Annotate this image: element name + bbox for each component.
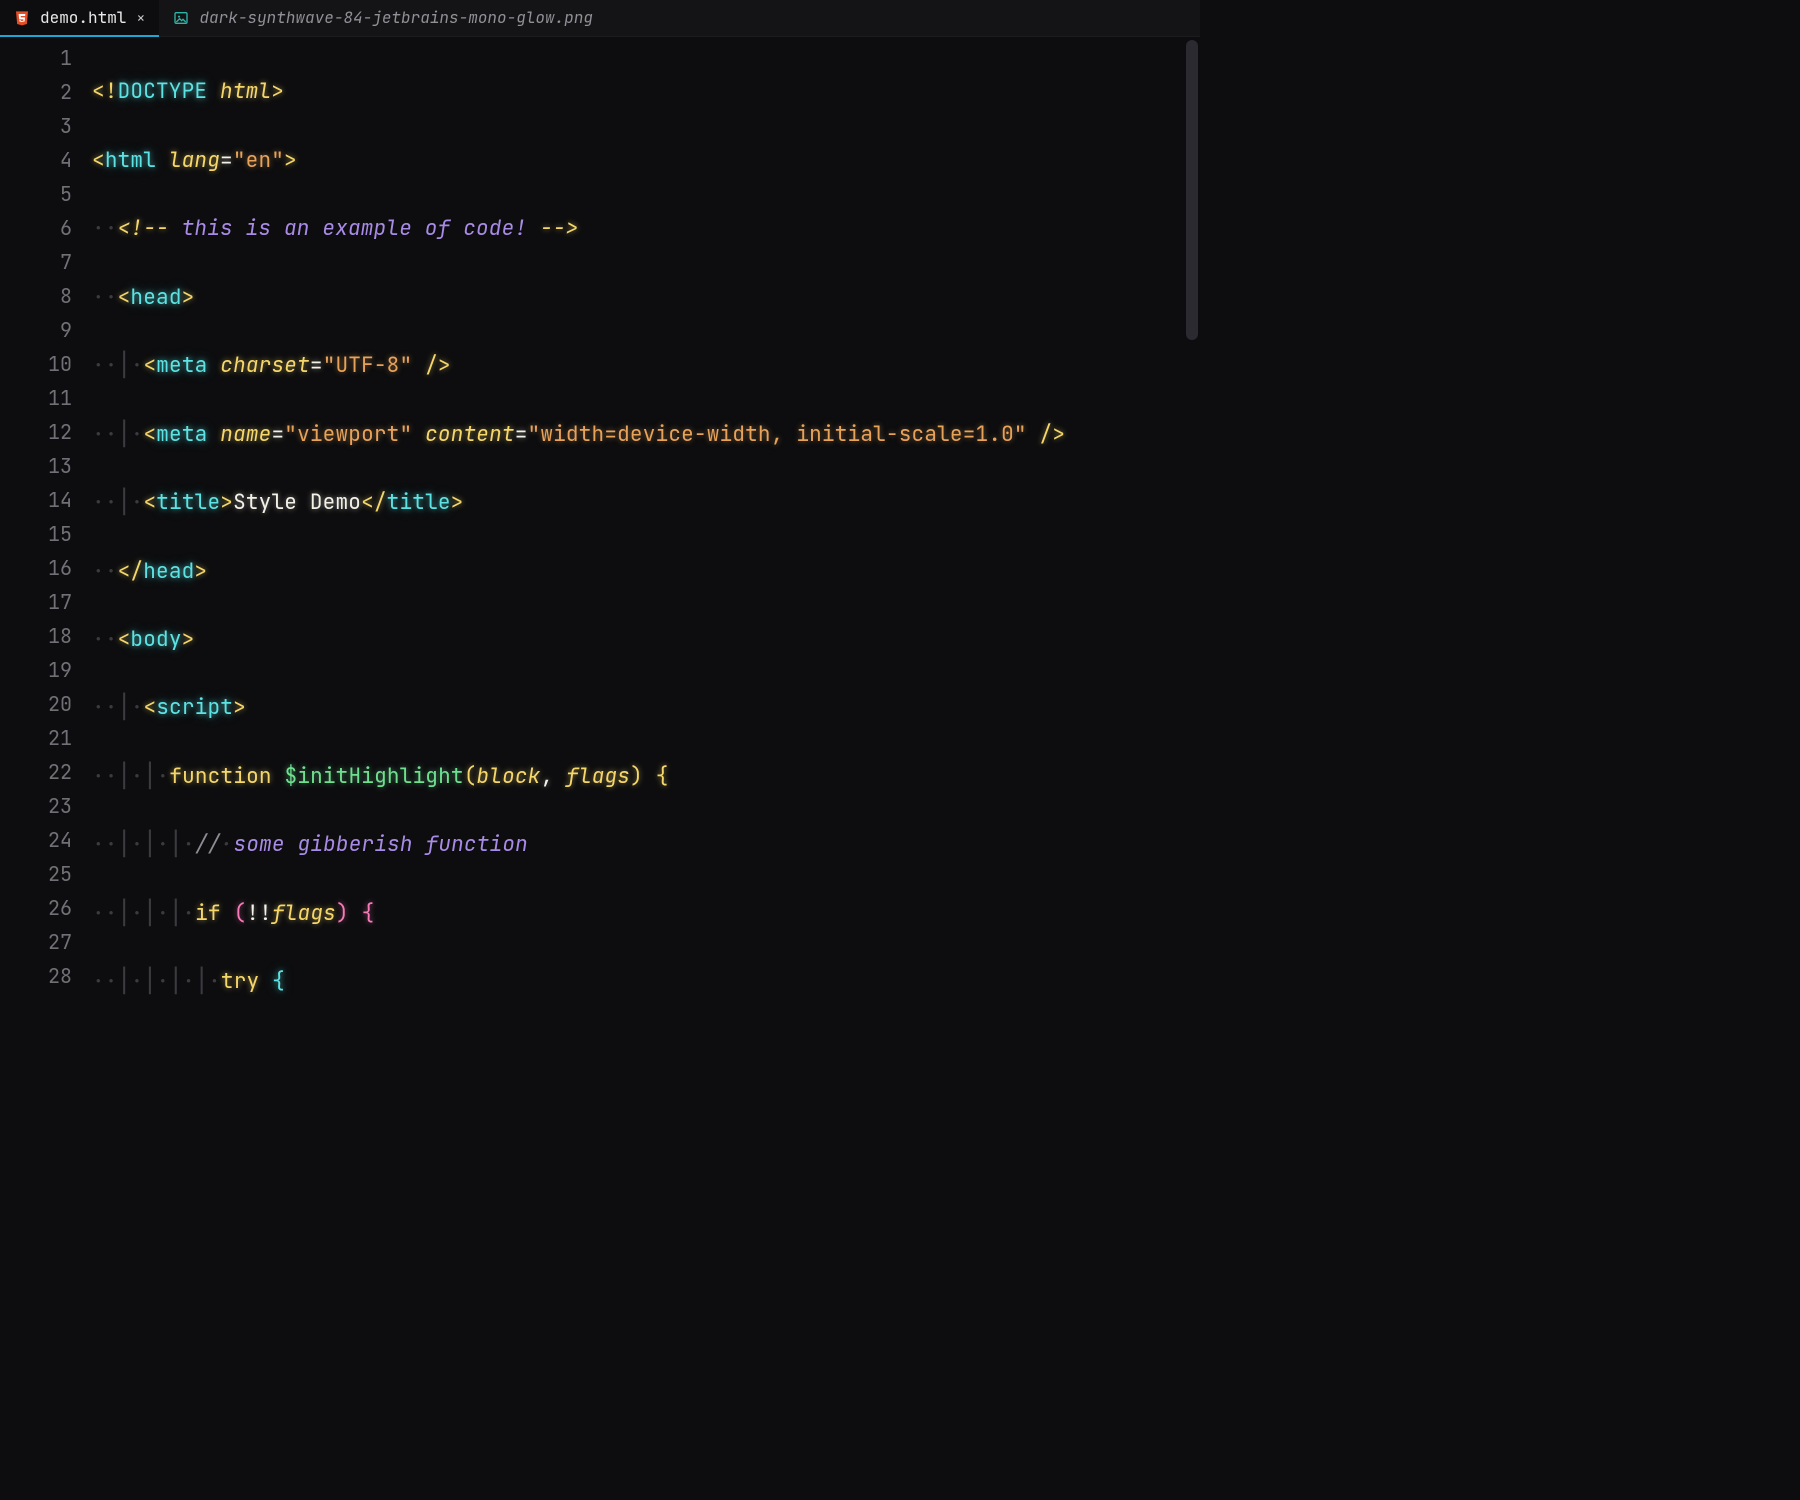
image-icon <box>173 10 189 26</box>
editor-body: 1234567891011121314151617181920212223242… <box>0 37 1200 1000</box>
line-number: 16 <box>0 551 72 585</box>
code-line: ··<body> <box>92 623 1188 657</box>
line-number: 11 <box>0 381 72 415</box>
line-number: 1 <box>0 41 72 75</box>
tab-demo-html[interactable]: demo.html × <box>0 0 159 36</box>
line-number: 26 <box>0 891 72 925</box>
line-number: 20 <box>0 687 72 721</box>
line-number: 25 <box>0 857 72 891</box>
code-line: ··</head> <box>92 555 1188 589</box>
line-number: 7 <box>0 245 72 279</box>
code-line: ··│·│·│·│·try { <box>92 965 1188 999</box>
code-line: ··│·<script> <box>92 691 1188 725</box>
line-number: 5 <box>0 177 72 211</box>
line-number: 14 <box>0 483 72 517</box>
line-number: 15 <box>0 517 72 551</box>
tab-label: dark-synthwave-84-jetbrains-mono-glow.pn… <box>199 5 593 31</box>
line-number: 6 <box>0 211 72 245</box>
code-line: <html lang="en"> <box>92 144 1188 178</box>
code-line: ··│·<meta name="viewport" content="width… <box>92 418 1188 452</box>
line-number: 8 <box>0 279 72 313</box>
line-number: 19 <box>0 653 72 687</box>
html5-icon <box>14 10 30 26</box>
code-line: ··│·<title>Style Demo</title> <box>92 486 1188 520</box>
line-number: 4 <box>0 143 72 177</box>
line-gutter: 1234567891011121314151617181920212223242… <box>0 41 92 993</box>
code-line: ··│·│·│·//·some gibberish function <box>92 828 1188 862</box>
code-line: ··│·│·function $initHighlight(block, fla… <box>92 760 1188 794</box>
close-icon[interactable]: × <box>136 6 145 31</box>
tab-bar: demo.html × dark-synthwave-84-jetbrains-… <box>0 0 1200 37</box>
editor-window: demo.html × dark-synthwave-84-jetbrains-… <box>0 0 1200 1000</box>
line-number: 28 <box>0 959 72 993</box>
code-line: ··<!-- this is an example of code! --> <box>92 212 1188 246</box>
code-line: <!DOCTYPE html> <box>92 75 1188 109</box>
line-number: 10 <box>0 347 72 381</box>
tab-label: demo.html <box>40 5 126 31</box>
vertical-scrollbar[interactable] <box>1186 40 1198 1000</box>
line-number: 2 <box>0 75 72 109</box>
line-number: 23 <box>0 789 72 823</box>
code-line: ··│·│·│·if (!!flags) { <box>92 897 1188 931</box>
line-number: 21 <box>0 721 72 755</box>
line-number: 9 <box>0 313 72 347</box>
line-number: 27 <box>0 925 72 959</box>
scrollbar-thumb[interactable] <box>1186 40 1198 340</box>
code-line: ··<head> <box>92 281 1188 315</box>
line-number: 3 <box>0 109 72 143</box>
line-number: 18 <box>0 619 72 653</box>
line-number: 13 <box>0 449 72 483</box>
line-number: 22 <box>0 755 72 789</box>
code-line: ··│·<meta charset="UTF-8" /> <box>92 349 1188 383</box>
tab-image-preview[interactable]: dark-synthwave-84-jetbrains-mono-glow.pn… <box>159 0 607 36</box>
line-number: 12 <box>0 415 72 449</box>
code-area[interactable]: <!DOCTYPE html> <html lang="en"> ··<!-- … <box>92 41 1200 1000</box>
line-number: 24 <box>0 823 72 857</box>
line-number: 17 <box>0 585 72 619</box>
